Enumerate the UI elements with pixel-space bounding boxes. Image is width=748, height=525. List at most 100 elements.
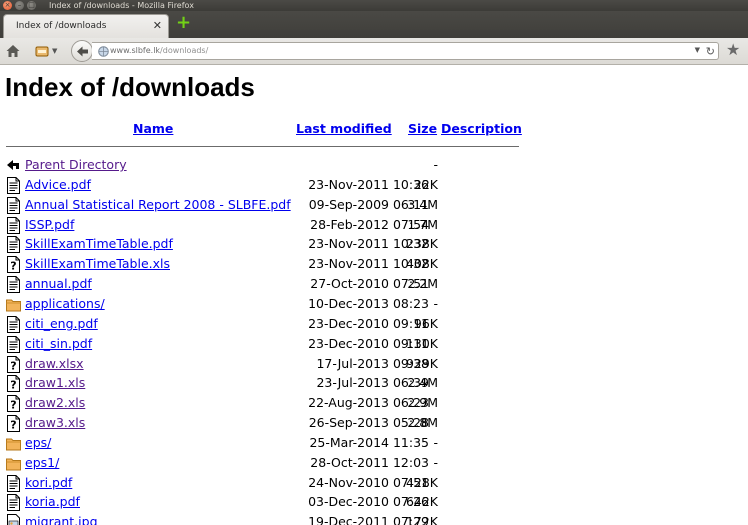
bookmarks-dropdown-icon[interactable]: ▼	[52, 47, 60, 63]
file-row: citi_sin.pdf 23-Dec-2010 09:11 130K	[0, 335, 748, 355]
file-link[interactable]: SkillExamTimeTable.pdf	[25, 236, 173, 251]
file-link[interactable]: Advice.pdf	[25, 177, 91, 192]
file-link[interactable]: kori.pdf	[25, 475, 72, 490]
unknown-file-icon: ?	[6, 355, 21, 373]
file-link[interactable]: citi_eng.pdf	[25, 316, 98, 331]
file-size: 172K	[405, 514, 438, 525]
text-file-icon	[6, 276, 21, 294]
file-link[interactable]: ISSP.pdf	[25, 217, 74, 232]
folder-icon	[6, 455, 21, 472]
file-row: annual.pdf 27-Oct-2010 07:51 2.2M	[0, 275, 748, 295]
file-row: SkillExamTimeTable.pdf 23-Nov-2011 10:32 2…	[0, 235, 748, 255]
file-row: applications/10-Dec-2013 08:23-	[0, 295, 748, 315]
file-size: 428K	[405, 474, 438, 490]
window-titlebar: × – □ Index of /downloads - Mozilla Fire…	[0, 0, 748, 11]
tab-strip: Index of /downloads ✕ +	[0, 11, 748, 39]
header-divider	[6, 146, 519, 147]
unknown-file-icon: ?	[6, 375, 21, 393]
file-size: 22K	[413, 176, 438, 192]
unknown-file-icon: ?	[6, 415, 21, 433]
file-size: -	[433, 454, 438, 470]
file-link[interactable]: applications/	[25, 296, 105, 311]
page-content: Index of /downloads Name Last modified S…	[0, 66, 748, 525]
file-row: ? draw.xlsx 17-Jul-2013 09:38 929K	[0, 355, 748, 375]
bookmarks-menu-icon[interactable]	[34, 43, 50, 59]
svg-text:?: ?	[10, 419, 16, 432]
history-dropdown-icon[interactable]: ▼	[695, 46, 700, 54]
text-file-icon	[6, 216, 21, 234]
text-file-icon	[6, 176, 21, 194]
file-link[interactable]: citi_sin.pdf	[25, 336, 92, 351]
unknown-file-icon: ?	[6, 256, 21, 274]
tab-close-icon[interactable]: ✕	[153, 19, 162, 32]
unknown-file-icon: ?	[6, 395, 21, 413]
file-link[interactable]: draw3.xls	[25, 415, 85, 430]
text-file-icon	[6, 236, 21, 254]
file-row: ? draw3.xls 26-Sep-2013 05:28 2.8M	[0, 414, 748, 434]
file-row: kori.pdf 24-Nov-2010 07:51 428K	[0, 474, 748, 494]
text-file-icon	[6, 494, 21, 512]
window-minimize-icon[interactable]: –	[15, 1, 24, 10]
reload-icon[interactable]: ↻	[706, 45, 715, 58]
file-link[interactable]: eps1/	[25, 455, 59, 470]
file-link[interactable]: annual.pdf	[25, 276, 92, 291]
window-maximize-icon[interactable]: □	[27, 1, 36, 10]
bookmark-star-icon[interactable]: ★	[726, 42, 740, 58]
svg-text:?: ?	[10, 260, 16, 273]
file-link[interactable]: koria.pdf	[25, 494, 80, 509]
text-file-icon	[6, 315, 21, 333]
file-size: 2.4M	[407, 375, 438, 391]
page-title: Index of /downloads	[5, 72, 255, 102]
file-link[interactable]: SkillExamTimeTable.xls	[25, 256, 170, 271]
site-identity-globe-icon[interactable]	[98, 46, 109, 57]
text-file-icon	[6, 196, 21, 214]
back-button[interactable]	[71, 40, 93, 62]
file-link[interactable]: draw2.xls	[25, 395, 85, 410]
column-size-link[interactable]: Size	[408, 121, 437, 136]
tab-label: Index of /downloads	[16, 21, 107, 31]
file-row: migrant.jpg 19-Dec-2011 07:29 172K	[0, 513, 748, 525]
new-tab-plus-icon[interactable]: +	[176, 14, 191, 32]
file-size: 929K	[405, 355, 438, 371]
url-path: /downloads/	[160, 46, 209, 55]
file-link[interactable]: Annual Statistical Report 2008 - SLBFE.p…	[25, 197, 291, 212]
file-size: 2.8M	[407, 415, 438, 431]
file-row: ? SkillExamTimeTable.xls 23-Nov-2011 10:32…	[0, 255, 748, 275]
file-link[interactable]: eps/	[25, 435, 51, 450]
file-size: 408K	[405, 256, 438, 272]
image-file-icon	[6, 514, 21, 525]
file-row: koria.pdf 03-Dec-2010 07:26 642K	[0, 493, 748, 513]
file-link[interactable]: draw.xlsx	[25, 356, 84, 371]
file-size: -	[433, 295, 438, 311]
tab-downloads[interactable]: Index of /downloads ✕	[3, 14, 169, 39]
file-size: 238K	[405, 236, 438, 252]
home-icon[interactable]	[5, 43, 21, 59]
text-file-icon	[6, 474, 21, 492]
navigation-toolbar: ▼ www.slbfe.lk/downloads/ ▼ ↻ ★	[0, 38, 748, 65]
file-size: 130K	[405, 335, 438, 351]
file-row: eps1/28-Oct-2011 12:03-	[0, 454, 748, 474]
window-close-icon[interactable]: ×	[3, 1, 12, 10]
file-size: 1.7M	[407, 216, 438, 232]
file-link[interactable]: Parent Directory	[25, 157, 127, 172]
file-size: -	[433, 157, 438, 172]
file-link[interactable]: migrant.jpg	[25, 514, 98, 525]
file-row: ? draw1.xls 23-Jul-2013 06:39 2.4M	[0, 374, 748, 394]
back-arrow-icon	[77, 46, 88, 57]
folder-icon	[6, 435, 21, 452]
text-file-icon	[6, 335, 21, 353]
svg-text:?: ?	[10, 399, 16, 412]
column-description-link[interactable]: Description	[441, 121, 522, 136]
column-last-modified-link[interactable]: Last modified	[296, 121, 392, 136]
file-link[interactable]: draw1.xls	[25, 375, 85, 390]
url-domain: www.slbfe.lk	[110, 46, 161, 55]
file-row: eps/25-Mar-2014 11:35-	[0, 434, 748, 454]
file-row: Annual Statistical Report 2008 - SLBFE.p…	[0, 196, 748, 216]
column-name-link[interactable]: Name	[133, 121, 173, 136]
file-size: 3.4M	[407, 196, 438, 212]
address-bar[interactable]: www.slbfe.lk/downloads/ ▼ ↻	[92, 42, 719, 60]
file-row: ? draw2.xls 22-Aug-2013 06:23 2.9M	[0, 394, 748, 414]
url-text[interactable]: www.slbfe.lk/downloads/	[110, 46, 208, 55]
file-row: citi_eng.pdf 23-Dec-2010 09:11 96K	[0, 315, 748, 335]
file-size: 96K	[413, 315, 438, 331]
